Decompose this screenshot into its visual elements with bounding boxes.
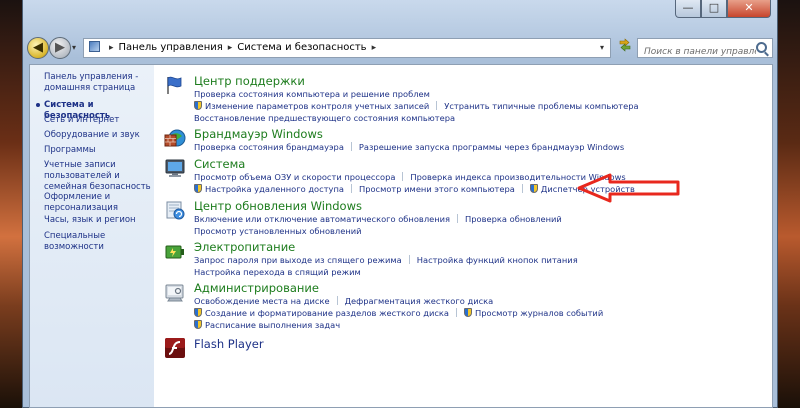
link[interactable]: Проверка состояния компьютера и решение …	[194, 89, 430, 99]
link-row: Восстановление предшествующего состояния…	[194, 113, 455, 123]
title-bar: — □ ✕	[23, 0, 777, 32]
red-arrow-annotation-icon	[577, 173, 680, 203]
explorer-window: — □ ✕ ◀ ▶ ▾ ▸ Панель управления ▸ Система и…	[22, 0, 778, 408]
forward-button[interactable]: ▶	[49, 37, 71, 59]
breadcrumb-separator[interactable]: ▸	[228, 43, 233, 53]
breadcrumb-separator[interactable]: ▸	[372, 43, 377, 53]
flag-icon	[167, 76, 182, 94]
link-row: Расписание выполнения задач	[194, 320, 340, 330]
link[interactable]: Расписание выполнения задач	[205, 320, 340, 330]
search-icon[interactable]	[756, 42, 767, 53]
close-button[interactable]: ✕	[727, 0, 771, 18]
category-title[interactable]: Администрирование	[194, 281, 319, 295]
link[interactable]: Включение или отключение автоматического…	[194, 214, 450, 224]
uac-shield-icon	[194, 320, 202, 329]
category-title[interactable]: Flash Player	[194, 337, 264, 351]
divider	[350, 142, 352, 151]
link-row: Включение или отключение автоматического…	[194, 214, 562, 224]
back-button[interactable]: ◀	[27, 37, 49, 59]
category-title[interactable]: Система	[194, 157, 245, 171]
link-row: Просмотр установленных обновлений	[194, 226, 362, 236]
divider	[350, 184, 352, 193]
divider	[436, 101, 438, 110]
link[interactable]: Настройка функций кнопок питания	[417, 255, 578, 265]
uac-shield-icon	[529, 184, 538, 193]
content-area: Панель управления - домашняя страница Си…	[29, 64, 773, 408]
link[interactable]: Просмотр установленных обновлений	[194, 226, 362, 236]
sidebar-item-programs[interactable]: Программы	[44, 145, 152, 156]
category-title[interactable]: Брандмауэр Windows	[194, 127, 323, 141]
link[interactable]: Проверка состояния брандмауэра	[194, 142, 344, 152]
sidebar: Панель управления - домашняя страница Си…	[30, 65, 154, 407]
firewall-icon	[164, 129, 186, 147]
link[interactable]: Создание и форматирование разделов жестк…	[205, 308, 449, 318]
desktop-background-left	[0, 0, 24, 408]
link[interactable]: Восстановление предшествующего состояния…	[194, 113, 455, 123]
search-box[interactable]	[637, 38, 773, 61]
uac-shield-icon	[194, 184, 202, 193]
divider	[457, 214, 459, 223]
sidebar-item-accessibility[interactable]: Специальные возможности	[44, 231, 152, 253]
sidebar-item-hardware[interactable]: Оборудование и звук	[44, 130, 152, 141]
divider	[521, 184, 523, 193]
current-page-bullet	[36, 103, 40, 107]
admin-tools-icon	[165, 284, 184, 302]
link-row: Запрос пароля при выходе из спящего режи…	[194, 255, 578, 265]
divider	[402, 172, 404, 181]
link[interactable]: Запрос пароля при выходе из спящего режи…	[194, 255, 402, 265]
address-dropdown-icon[interactable]: ▾	[600, 39, 604, 57]
category-title[interactable]: Центр поддержки	[194, 74, 305, 88]
flash-icon	[165, 338, 185, 358]
power-icon	[165, 245, 184, 259]
link[interactable]: Просмотр имени этого компьютера	[359, 184, 515, 194]
main-panel: Центр поддержки Проверка состояния компь…	[154, 65, 772, 407]
link[interactable]: Настройка удаленного доступа	[205, 184, 344, 194]
refresh-button[interactable]	[615, 38, 635, 58]
link[interactable]: Проверка обновлений	[465, 214, 562, 224]
refresh-icon	[619, 38, 631, 52]
link[interactable]: Просмотр объема ОЗУ и скорости процессор…	[194, 172, 395, 182]
sidebar-item-home[interactable]: Панель управления - домашняя страница	[44, 72, 152, 94]
link-row: Просмотр объема ОЗУ и скорости процессор…	[194, 172, 626, 182]
link[interactable]: Изменение параметров контроля учетных за…	[205, 101, 429, 111]
link-row: Проверка состояния компьютера и решение …	[194, 89, 430, 99]
link-row: Настройка удаленного доступа Просмотр име…	[194, 184, 635, 194]
category-title[interactable]: Центр обновления Windows	[194, 199, 362, 213]
link-row: Настройка перехода в спящий режим	[194, 267, 361, 277]
recent-pages-dropdown[interactable]: ▾	[72, 43, 76, 52]
link-row: Изменение параметров контроля учетных за…	[194, 101, 639, 111]
computer-icon	[165, 159, 185, 177]
uac-shield-icon	[194, 101, 202, 110]
divider	[408, 255, 410, 264]
sidebar-item-network[interactable]: Сеть и Интернет	[44, 115, 152, 126]
divider	[336, 296, 338, 305]
link[interactable]: Просмотр журналов событий	[475, 308, 603, 318]
link[interactable]: Разрешение запуска программы через бранд…	[359, 142, 624, 152]
link[interactable]: Дефрагментация жесткого диска	[345, 296, 494, 306]
navigation-bar: ◀ ▶ ▾ ▸ Панель управления ▸ Система и безоп…	[23, 36, 777, 61]
control-panel-icon	[89, 41, 100, 52]
window-controls: — □ ✕	[675, 0, 771, 18]
breadcrumb-system-security[interactable]: Система и безопасность	[237, 42, 366, 53]
uac-shield-icon	[194, 308, 202, 317]
link-row: Освобождение места на диске Дефрагментаци…	[194, 296, 493, 306]
sidebar-item-clock-region[interactable]: Часы, язык и регион	[44, 215, 152, 226]
maximize-button[interactable]: □	[701, 0, 727, 18]
divider	[456, 308, 458, 317]
search-input[interactable]	[642, 43, 758, 61]
windows-update-icon	[166, 201, 185, 220]
link[interactable]: Настройка перехода в спящий режим	[194, 267, 361, 277]
category-title[interactable]: Электропитание	[194, 240, 295, 254]
breadcrumb-separator[interactable]: ▸	[109, 43, 114, 53]
address-bar[interactable]: ▸ Панель управления ▸ Система и безопасност…	[83, 38, 611, 58]
sidebar-item-user-accounts[interactable]: Учетные записи пользователей и семейная …	[44, 160, 152, 193]
link[interactable]: Устранить типичные проблемы компьютера	[444, 101, 638, 111]
minimize-button[interactable]: —	[675, 0, 701, 18]
uac-shield-icon	[464, 308, 473, 317]
sidebar-item-appearance[interactable]: Оформление и персонализация	[44, 192, 152, 214]
breadcrumb-control-panel[interactable]: Панель управления	[119, 42, 223, 53]
link[interactable]: Освобождение места на диске	[194, 296, 330, 306]
link-row: Проверка состояния брандмауэра Разрешение…	[194, 142, 624, 152]
link-row: Создание и форматирование разделов жестк…	[194, 308, 603, 318]
